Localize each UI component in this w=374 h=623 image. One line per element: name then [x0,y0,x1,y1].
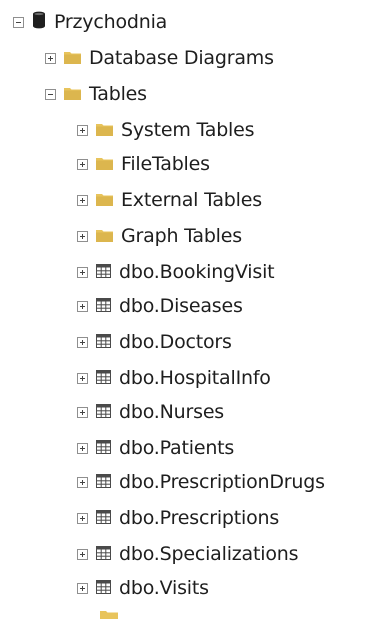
tree-node-label: FileTables [121,153,210,175]
table-icon [96,369,111,388]
tree-node-table[interactable]: dbo.Patients [77,430,234,466]
tree-node-label: dbo.Visits [119,577,209,599]
table-icon [96,473,111,492]
expand-toggle-icon[interactable] [77,406,88,418]
tree-node-table[interactable]: dbo.Prescriptions [77,500,279,536]
tree-node-label: dbo.HospitalInfo [119,367,271,389]
tree-node-tables[interactable]: Tables [45,76,147,112]
expand-toggle-icon[interactable] [77,512,88,524]
tree-node-label: Database Diagrams [89,47,274,69]
folder-icon [96,191,113,210]
tree-node-table[interactable]: dbo.Nurses [77,394,224,430]
tree-node-table[interactable]: dbo.HospitalInfo [77,360,271,396]
tree-node-table[interactable]: dbo.BookingVisit [77,254,275,290]
folder-icon [64,85,81,104]
tree-node-label: dbo.Specializations [119,543,299,565]
table-icon [96,439,111,458]
tree-node-table[interactable]: dbo.Visits [77,570,209,606]
expand-toggle-icon[interactable] [77,124,88,136]
database-icon [32,11,46,33]
table-icon [96,545,111,564]
tree-node-label: Przychodnia [54,11,168,33]
expand-toggle-icon[interactable] [77,442,88,454]
expand-toggle-icon[interactable] [77,372,88,384]
tree-node-database-diagrams[interactable]: Database Diagrams [45,40,274,76]
table-icon [96,579,111,598]
folder-icon [96,227,113,246]
tree-node-label: System Tables [121,119,255,141]
tree-node-system-tables[interactable]: System Tables [77,112,255,148]
expand-toggle-icon[interactable] [77,476,88,488]
tree-node-table[interactable]: dbo.Specializations [77,536,299,572]
tree-node-przychodnia[interactable]: Przychodnia [13,4,167,40]
collapse-toggle-icon[interactable] [45,88,56,100]
table-icon [96,509,111,528]
expand-toggle-icon[interactable] [77,582,88,594]
tree-node-label: dbo.Doctors [119,331,232,353]
expand-toggle-icon[interactable] [45,52,56,64]
tree-node-label: dbo.PrescriptionDrugs [119,471,325,493]
expand-toggle-icon[interactable] [77,194,88,206]
table-icon [96,297,111,316]
tree-node-label: dbo.BookingVisit [119,261,275,283]
expand-toggle-icon[interactable] [77,300,88,312]
tree-node-external-tables[interactable]: External Tables [77,182,262,218]
expand-toggle-icon[interactable] [77,158,88,170]
table-icon [96,403,111,422]
expand-toggle-icon[interactable] [77,336,88,348]
tree-node-table[interactable]: dbo.Doctors [77,324,232,360]
folder-icon [96,155,113,174]
folder-icon [100,604,118,619]
tree-node-table[interactable]: dbo.Diseases [77,288,243,324]
tree-node-filetables[interactable]: FileTables [77,146,210,182]
expand-toggle-icon[interactable] [77,266,88,278]
tree-node-label: Graph Tables [121,225,242,247]
tree-node-label: dbo.Nurses [119,401,225,423]
table-icon [96,263,111,282]
tree-node-label: dbo.Patients [119,437,235,459]
folder-icon [96,121,113,140]
collapse-toggle-icon[interactable] [13,16,24,28]
folder-icon [64,49,81,68]
tree-node-table[interactable]: dbo.PrescriptionDrugs [77,464,325,500]
tree-node-label: External Tables [121,189,262,211]
tree-node-label: Tables [89,83,147,105]
tree-node-label: dbo.Prescriptions [119,507,280,529]
expand-toggle-icon[interactable] [77,548,88,560]
tree-node-graph-tables[interactable]: Graph Tables [77,218,242,254]
object-explorer-tree: Przychodnia Database Diagrams Tables Sys… [0,0,374,619]
tree-node-label: dbo.Diseases [119,295,243,317]
table-icon [96,333,111,352]
expand-toggle-icon[interactable] [77,230,88,242]
